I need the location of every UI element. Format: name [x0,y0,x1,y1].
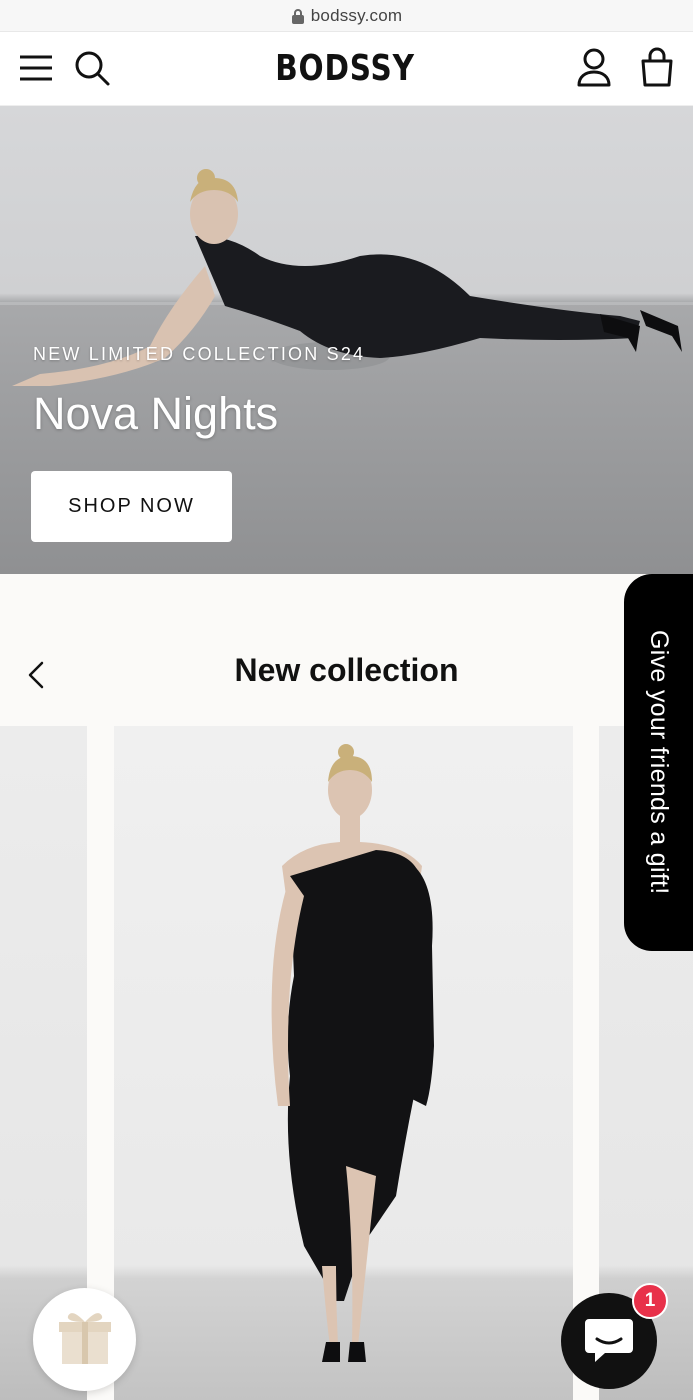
hero-banner[interactable]: NEW LIMITED COLLECTION S24 Nova Nights S… [0,106,693,574]
site-header: BODSSY [0,32,693,106]
collection-header: New collection [0,574,693,726]
browser-url-bar[interactable]: bodssy.com [0,0,693,32]
collection-title: New collection [234,652,459,688]
site-logo[interactable]: BODSSY [275,46,414,90]
chat-icon [583,1315,635,1368]
cart-icon[interactable] [638,46,676,88]
menu-icon[interactable] [18,52,54,84]
hero-title: Nova Nights [33,388,279,439]
search-icon[interactable] [72,49,112,87]
chat-notification-badge: 1 [632,1283,668,1319]
gift-referral-tab[interactable]: Give your friends a gift! [624,574,693,951]
account-icon[interactable] [574,46,614,88]
gift-button[interactable] [33,1288,136,1391]
hero-eyebrow: NEW LIMITED COLLECTION S24 [33,344,366,364]
gift-tab-label: Give your friends a gift! [645,630,673,895]
shop-now-button[interactable]: SHOP NOW [31,471,232,542]
product-image [271,744,434,1362]
browser-url-text: bodssy.com [310,5,403,25]
product-card[interactable] [114,726,573,1400]
gift-icon [58,1308,112,1371]
lock-icon [291,8,305,24]
